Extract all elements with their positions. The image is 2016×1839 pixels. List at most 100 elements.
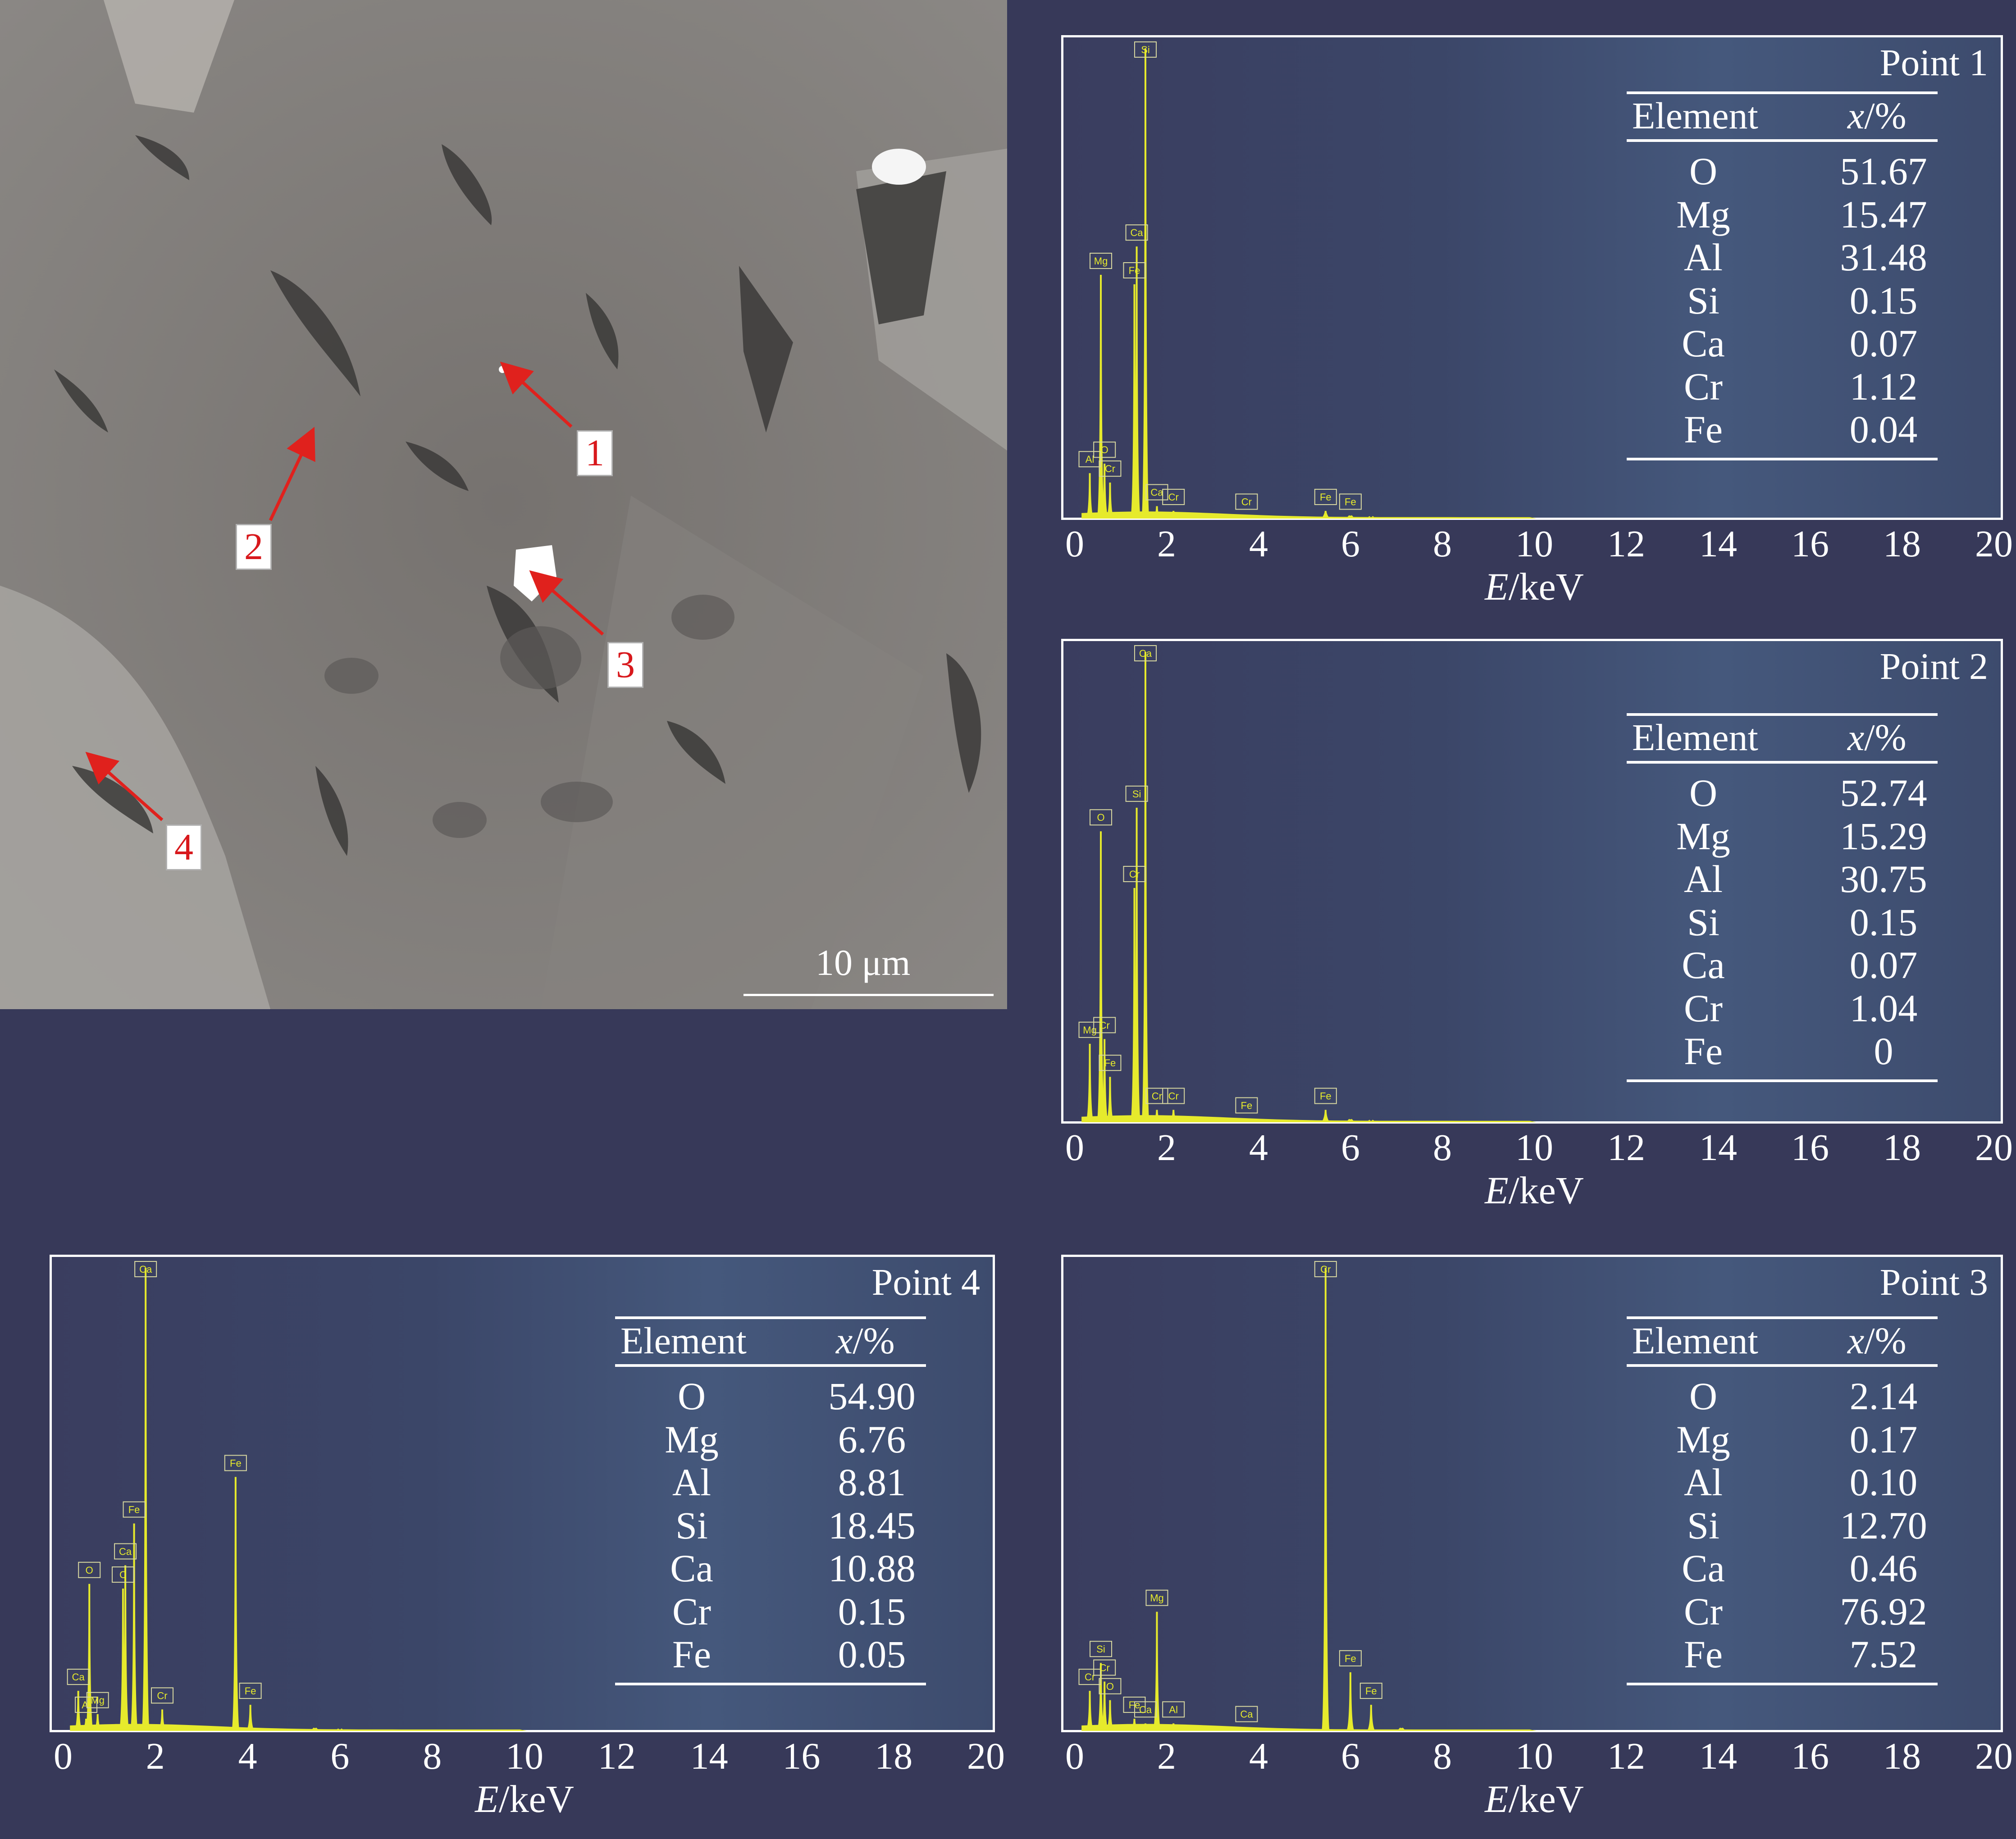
table-cell-element: Mg [665,1417,719,1461]
x-tick-label: 0 [1065,1127,1084,1169]
table-cell-value: 10.88 [828,1547,916,1590]
table-header-element: Element [1632,717,1758,759]
peak-tag: Fe [123,1501,146,1518]
peak-tag: Cr [1314,1261,1337,1277]
x-tick-label: 16 [782,1735,821,1777]
spectrum-peak [1321,1110,1330,1122]
peak-tag: Cr [1162,489,1185,505]
table-cell-value: 6.76 [838,1417,906,1461]
table-cell-value: 2.14 [1849,1375,1918,1418]
peak-tag: Si [1125,785,1148,802]
table-cell-value: 1.12 [1849,364,1918,408]
x-tick-label: 8 [1433,523,1452,565]
peak-tag: O [1099,1678,1122,1694]
table-header-element: Element [1632,1320,1758,1362]
spectrum-peak [1346,1672,1355,1731]
peak-tag: Cr [1162,1088,1185,1104]
peak-tag-label: Ca [1240,1709,1253,1720]
peak-tag-label: Cr [1105,463,1115,474]
peak-tag-label: Cr [1168,492,1179,503]
peak-tag-label: Fe [1320,1091,1332,1102]
x-tick-label: 14 [690,1735,728,1777]
peak-tag-label: Ca [139,1264,152,1275]
x-axis-label: E/keV [475,1777,574,1821]
table-header-fraction: x/% [1847,95,1907,137]
x-axis-label: E/keV [1485,565,1584,608]
x-tick-label: 8 [1433,1127,1452,1169]
peak-tag: Cr [1093,1659,1116,1676]
spectrum-peak [1397,1727,1406,1731]
table-cell-value: 31.48 [1840,236,1927,279]
peak-tag: Cr [1078,1669,1101,1685]
peak-tag-label: Cr [1152,1091,1162,1102]
spectrum-peak [1153,1611,1161,1731]
eds-spectrum-panel-1: Al Mg O Cr Fe Ca Si Ca Cr Cr Fe Fe Point 1 Element x/%… [1061,35,2003,520]
peak-tag: Ca [67,1669,90,1685]
table-cell-element: Cr [1684,1589,1723,1633]
peak-tag: Ca [1235,1706,1258,1722]
table-cell-value: 51.67 [1840,150,1927,193]
peak-tag-label: Ca [119,1546,132,1557]
x-tick-label: 14 [1699,523,1737,565]
peak-tag-label: C [119,1569,127,1580]
table-cell-element: Al [1684,857,1723,901]
table-cell-element: Si [1687,1503,1720,1547]
spectrum-continuum [1081,511,1537,519]
spectrum-continuum [1081,1115,1537,1122]
peak-tag: Fe [1235,1097,1258,1114]
table-header-fraction: x/% [1847,1320,1907,1362]
peak-tag-label: Ca [72,1671,85,1683]
table-cell-value: 76.92 [1840,1589,1927,1633]
peak-tag: Ca [1134,645,1157,661]
spectrum-peak [141,1268,150,1731]
peak-tag-label: Si [1132,788,1141,800]
peak-tag-label: Cr [157,1690,167,1701]
x-tick-label: 20 [1975,1735,2013,1777]
table-cell-value: 12.70 [1840,1503,1927,1547]
table-cell-value: 0.15 [1849,278,1918,322]
eds-spectrum-panel-4: Cr Si Cr O Fe Ca Mg Al Ca Cr Fe Fe Point 3 Element x/%… [1061,1255,2003,1732]
peak-tag: Fe [1314,489,1337,505]
peak-tag-label: Fe [1345,1653,1356,1664]
table-cell-value: 0.10 [1849,1461,1918,1504]
table-bottom-rule [1627,1079,1938,1082]
table-cell-value: 1.04 [1849,986,1918,1030]
x-tick-label: 2 [1157,1127,1176,1169]
peak-tag-label: Si [1141,44,1150,55]
peak-tag: O [78,1561,101,1578]
table-cell-value: 0.15 [838,1589,906,1633]
x-tick-label: 8 [423,1735,442,1777]
peak-tag-label: O [1101,444,1108,455]
table-cell-element: Cr [1684,364,1723,408]
spectrum-peak [1321,1268,1330,1731]
peak-tag: Mg [1078,1021,1101,1038]
peak-tag-label: Al [1086,454,1095,465]
table-mid-rule [1627,1364,1938,1367]
peak-tag-label: Cr [1241,496,1252,508]
x-axis-label: E/keV [1485,1777,1584,1821]
peak-tag-label: Fe [1104,1057,1116,1069]
table-cell-element: Mg [1676,192,1730,236]
peak-tag: Al [1162,1701,1185,1718]
table-cell-element: Cr [1684,986,1723,1030]
x-tick-label: 20 [1975,1127,2013,1169]
spectrum-peak [1346,515,1355,519]
x-tick-label: 0 [54,1735,73,1777]
panel-title: Point 2 [1879,646,1988,687]
scale-bar [743,994,994,996]
table-header-element: Element [620,1320,747,1362]
table-cell-element: O [1689,1375,1718,1418]
table-cell-value: 52.74 [1840,771,1927,815]
spectrum-continuum [70,1724,527,1731]
x-tick-label: 6 [1341,1735,1360,1777]
peak-tag-label: Fe [1320,492,1332,503]
x-tick-label: 4 [1249,1735,1268,1777]
x-tick-label: 4 [1249,523,1268,565]
spectrum-peak [246,1705,255,1731]
panel-title: Point 3 [1879,1261,1988,1303]
x-tick-label: 6 [330,1735,350,1777]
table-bottom-rule [615,1682,926,1685]
table-mid-rule [1627,761,1938,764]
spectrum-peak [1321,511,1330,519]
panel-title: Point 1 [1879,42,1988,84]
